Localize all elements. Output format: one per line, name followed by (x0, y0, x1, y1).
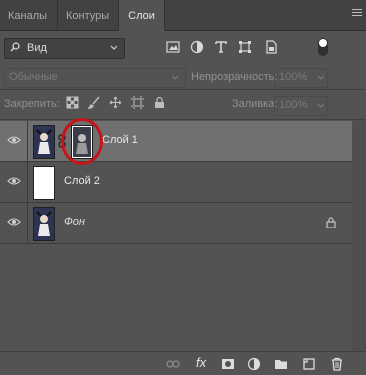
lock-position-icon[interactable] (109, 96, 122, 109)
link-layers-icon[interactable] (166, 357, 180, 371)
tab-layers[interactable]: Слои (118, 0, 165, 31)
layer-name[interactable]: Фон (64, 216, 85, 228)
lock-label: Закрепить: (4, 98, 60, 110)
divider (27, 203, 28, 243)
blend-mode-value: Обычные (9, 71, 58, 83)
divider (27, 121, 28, 161)
layer-row[interactable]: Слой 1 (0, 121, 352, 162)
bottom-toolbar: fx (0, 351, 366, 375)
divider (27, 162, 28, 202)
add-mask-icon[interactable] (221, 357, 235, 371)
fill-label: Заливка: (232, 98, 278, 110)
search-icon (10, 42, 20, 52)
filter-toggle[interactable] (318, 38, 328, 56)
tab-bar: Каналы Контуры Слои (0, 0, 366, 31)
layer-row[interactable]: Слой 2 (0, 162, 352, 203)
fill-value: 100% (279, 99, 308, 111)
blend-mode-select[interactable]: Обычные (4, 68, 186, 88)
opacity-value: 100% (279, 71, 308, 83)
opacity-field[interactable]: 100% (274, 68, 328, 88)
photo-thumbnail-icon (34, 126, 54, 158)
layer-name[interactable]: Слой 1 (102, 134, 138, 146)
chevron-down-icon (317, 103, 325, 108)
tab-channels[interactable]: Каналы (0, 0, 55, 30)
shape-filter-icon[interactable] (238, 40, 252, 54)
divider (0, 89, 366, 90)
image-filter-icon[interactable] (166, 40, 180, 54)
layer-thumbnail[interactable] (33, 125, 55, 159)
eye-icon[interactable] (7, 217, 21, 227)
adjustment-layer-icon[interactable] (247, 357, 261, 371)
smart-object-filter-icon[interactable] (264, 40, 278, 54)
layer-row[interactable]: Фон (0, 203, 352, 244)
layers-panel: Каналы Контуры Слои Вид Обычные Непрозра… (0, 0, 366, 375)
eye-icon[interactable] (7, 135, 21, 145)
lock-icon (326, 217, 336, 228)
filter-label: Вид (27, 42, 47, 54)
divider (0, 119, 366, 120)
trash-icon[interactable] (330, 357, 344, 371)
layer-thumbnail[interactable] (33, 166, 55, 200)
chevron-down-icon (110, 45, 118, 50)
lock-image-pixels-icon[interactable] (88, 96, 101, 109)
layer-filter-select[interactable]: Вид (4, 38, 125, 59)
new-layer-icon[interactable] (302, 357, 316, 371)
chevron-down-icon (171, 75, 179, 80)
chevron-down-icon (317, 75, 325, 80)
lock-transparent-pixels-icon[interactable] (66, 96, 79, 109)
lock-all-icon[interactable] (153, 96, 166, 109)
highlight-circle (61, 118, 103, 165)
layer-thumbnail[interactable] (33, 207, 55, 241)
adjustment-filter-icon[interactable] (190, 40, 204, 54)
layer-name[interactable]: Слой 2 (64, 175, 100, 187)
tab-paths[interactable]: Контуры (57, 0, 117, 30)
type-filter-icon[interactable] (214, 40, 228, 54)
fx-button[interactable]: fx (196, 355, 206, 370)
photo-thumbnail-icon (34, 208, 54, 240)
eye-icon[interactable] (7, 176, 21, 186)
folder-icon[interactable] (274, 357, 288, 371)
fill-field[interactable]: 100% (274, 96, 328, 116)
scrollbar[interactable] (352, 121, 366, 351)
opacity-label: Непрозрачность: (191, 71, 278, 83)
panel-menu-icon[interactable] (352, 9, 362, 19)
lock-artboard-icon[interactable] (131, 96, 144, 109)
